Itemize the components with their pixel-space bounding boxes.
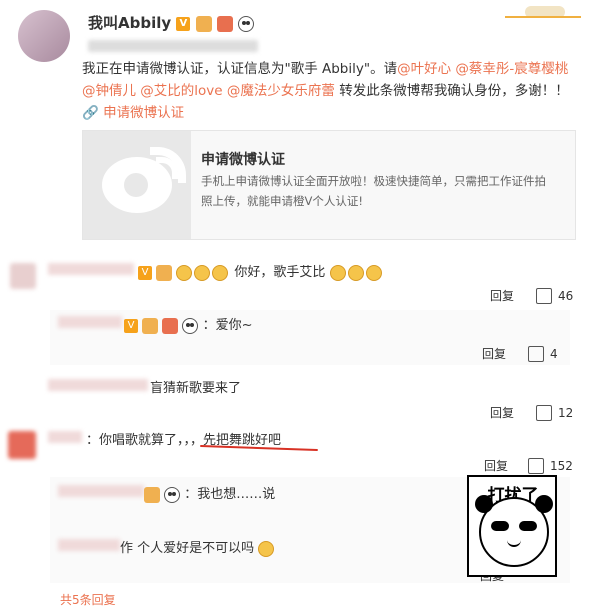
comment-text: 你好，歌手艾比 bbox=[234, 265, 326, 280]
vip-icon bbox=[162, 317, 179, 334]
like-icon[interactable] bbox=[536, 404, 552, 421]
verify-card[interactable]: 申请微博认证 手机上申请微博认证全面开放啦！极速快捷简单，只需把工作证件拍照上传… bbox=[82, 130, 576, 240]
post-text: 我正在申请微博认证，认证信息为"歌手 Abbily"。请 bbox=[82, 61, 398, 77]
weibo-logo bbox=[83, 131, 191, 239]
like-count: 152 bbox=[550, 459, 573, 473]
apply-verify-link[interactable]: 🔗 申请微博认证 bbox=[82, 105, 184, 121]
comment-text: ：我也想……说 bbox=[184, 487, 276, 502]
panda-icon bbox=[164, 486, 181, 503]
reply-button[interactable]: 回复 bbox=[490, 406, 514, 420]
post-text-tail: 转发此条微博帮我确认身份，多谢！！ bbox=[334, 83, 569, 99]
avatar[interactable] bbox=[48, 379, 148, 391]
post-time bbox=[88, 40, 258, 52]
avatar[interactable] bbox=[10, 263, 36, 289]
vip-icon bbox=[216, 15, 233, 32]
avatar[interactable] bbox=[18, 10, 70, 62]
medal-icon bbox=[156, 264, 173, 281]
like-count: 12 bbox=[558, 406, 574, 420]
verified-badge: V bbox=[138, 265, 152, 280]
mention-link[interactable]: @钟倩儿 bbox=[82, 83, 136, 99]
comment-text: 作 个人爱好是不可以吗 bbox=[120, 541, 255, 556]
card-title: 申请微博认证 bbox=[201, 152, 285, 168]
avatar[interactable] bbox=[58, 316, 122, 328]
card-description: 手机上申请微博认证全面开放啦！极速快捷简单，只需把工作证件拍照上传，就能申请橙V… bbox=[201, 174, 546, 208]
reply-button[interactable]: 回复 bbox=[482, 347, 506, 361]
decorative-figure bbox=[505, 0, 585, 30]
like-count: 4 bbox=[550, 347, 558, 361]
mention-link[interactable]: @魔法少女乐府蕾 bbox=[227, 83, 335, 99]
avatar[interactable] bbox=[58, 539, 120, 551]
more-replies-link[interactable]: 共5条回复 bbox=[60, 591, 116, 608]
verified-badge: V bbox=[124, 318, 138, 333]
comment: 盲猜新歌要来了 回复 12 bbox=[0, 373, 592, 423]
post-body: 我正在申请微博认证，认证信息为"歌手 Abbily"。请@叶好心 @蔡幸彤-宸尊… bbox=[82, 58, 572, 124]
medal-icon bbox=[195, 15, 212, 32]
avatar[interactable] bbox=[8, 431, 36, 459]
panda-icon bbox=[238, 15, 255, 32]
medal-icon bbox=[142, 317, 159, 334]
comment: V 你好，歌手艾比 回复 46 bbox=[0, 255, 592, 315]
username[interactable]: 我叫Abbily bbox=[88, 14, 171, 32]
verified-badge: V bbox=[176, 16, 191, 31]
like-count: 46 bbox=[558, 289, 574, 303]
avatar[interactable] bbox=[58, 485, 144, 497]
mention-link[interactable]: @艾比的love bbox=[140, 83, 222, 99]
comment: V ：爱你~ 回复 4 bbox=[50, 310, 570, 365]
meme-image: 打扰了 bbox=[467, 475, 557, 577]
mention-link[interactable]: @叶好心 bbox=[397, 61, 451, 77]
like-icon[interactable] bbox=[536, 287, 552, 304]
like-icon[interactable] bbox=[528, 345, 544, 362]
comment: ：你唱歌就算了，，，先把舞跳好吧 回复 152 bbox=[0, 425, 592, 477]
panda-icon bbox=[182, 317, 199, 334]
comment-text: 盲猜新歌要来了 bbox=[150, 381, 242, 396]
medal-icon bbox=[144, 486, 160, 503]
comment-text: ：爱你~ bbox=[202, 318, 253, 333]
like-icon[interactable] bbox=[528, 457, 544, 474]
reply-button[interactable]: 回复 bbox=[490, 289, 514, 303]
reply-button[interactable]: 回复 bbox=[484, 459, 508, 473]
mention-link[interactable]: @蔡幸彤-宸尊樱桃 bbox=[455, 61, 568, 77]
